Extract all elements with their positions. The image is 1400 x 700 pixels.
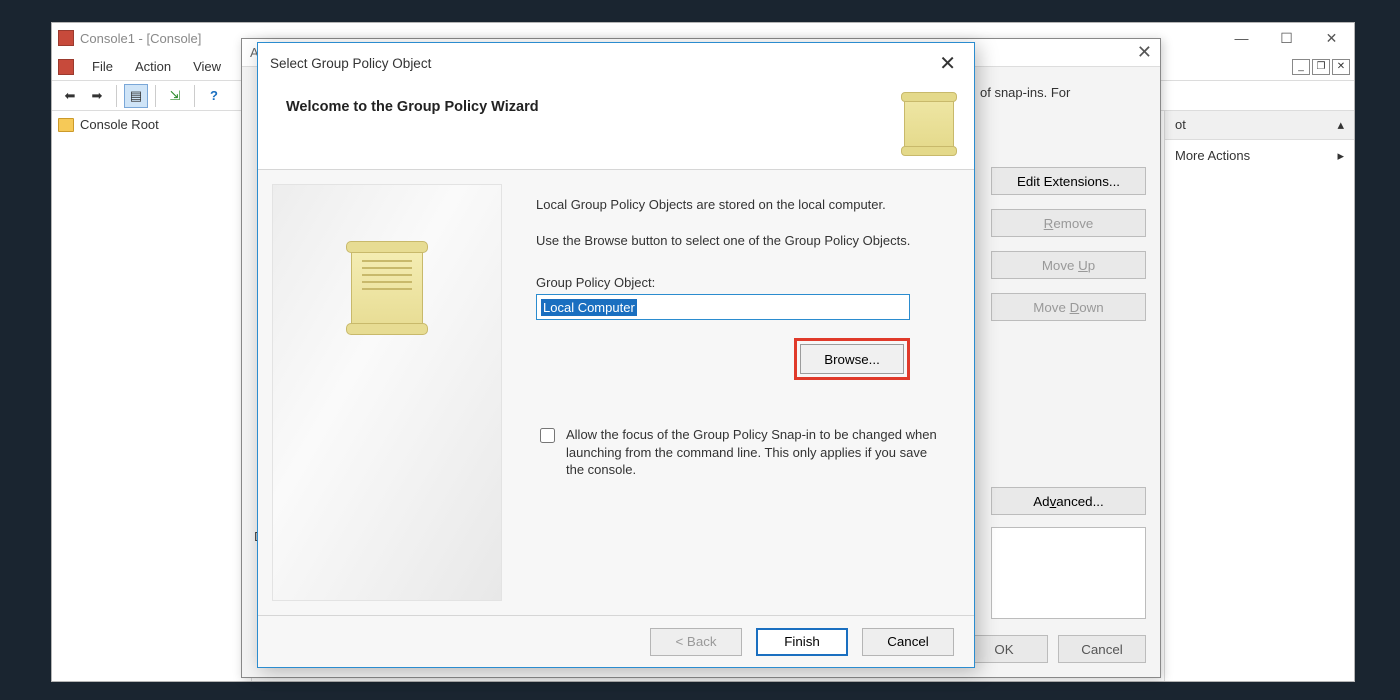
mmc-app-icon <box>58 30 74 46</box>
maximize-button[interactable]: ☐ <box>1264 23 1309 53</box>
back-icon[interactable]: ⬅ <box>58 84 82 108</box>
help-icon[interactable]: ? <box>202 84 226 108</box>
wizard-close-button[interactable]: ✕ <box>933 51 962 76</box>
wizard-footer: < Back Finish Cancel <box>258 615 974 667</box>
gpo-wizard-dialog: Select Group Policy Object ✕ Welcome to … <box>257 42 975 668</box>
move-down-button[interactable]: Move Down <box>991 293 1146 321</box>
wizard-graphic-pane <box>272 184 502 601</box>
wizard-content: Local Group Policy Objects are stored on… <box>502 170 974 615</box>
move-up-button[interactable]: Move Up <box>991 251 1146 279</box>
advanced-button[interactable]: Advanced... <box>991 487 1146 515</box>
mmc-actions-pane: ot ▴ More Actions ▸ <box>1164 111 1354 681</box>
wizard-titlebar: Select Group Policy Object ✕ <box>258 43 974 83</box>
browse-highlight: Browse... <box>794 338 910 380</box>
window-controls: — ☐ ✕ <box>1219 23 1354 53</box>
actions-more-label: More Actions <box>1175 148 1250 164</box>
description-box <box>991 527 1146 619</box>
show-tree-icon[interactable]: ▤ <box>124 84 148 108</box>
scroll-icon <box>351 245 423 331</box>
wizard-body: Local Group Policy Objects are stored on… <box>258 170 974 615</box>
mdi-minimize-button[interactable]: _ <box>1292 59 1310 75</box>
wizard-title: Select Group Policy Object <box>270 56 431 71</box>
menu-file[interactable]: File <box>82 57 123 76</box>
actions-header: ot ▴ <box>1165 111 1354 140</box>
snapins-close-button[interactable]: ✕ <box>1137 42 1152 63</box>
separator <box>116 85 117 107</box>
menu-action[interactable]: Action <box>125 57 181 76</box>
minimize-button[interactable]: — <box>1219 23 1264 53</box>
gpo-object-field[interactable]: Local Computer <box>536 294 910 320</box>
separator <box>155 85 156 107</box>
tree-node-label: Console Root <box>80 117 159 132</box>
actions-header-text: ot <box>1175 117 1186 133</box>
tree-node-console-root[interactable]: Console Root <box>58 117 245 132</box>
mdi-close-button[interactable]: ✕ <box>1332 59 1350 75</box>
scroll-icon <box>904 95 954 153</box>
wizard-text-2: Use the Browse button to select one of t… <box>536 232 946 250</box>
wizard-header: Welcome to the Group Policy Wizard <box>258 83 974 170</box>
mmc-title: Console1 - [Console] <box>80 31 201 46</box>
allow-focus-label: Allow the focus of the Group Policy Snap… <box>566 426 946 479</box>
close-button[interactable]: ✕ <box>1309 23 1354 53</box>
allow-focus-checkbox[interactable] <box>540 428 555 443</box>
mdi-controls: _ ❐ ✕ <box>1292 59 1354 75</box>
cancel-button[interactable]: Cancel <box>862 628 954 656</box>
back-button[interactable]: < Back <box>650 628 742 656</box>
export-icon[interactable]: ⇲ <box>163 84 187 108</box>
forward-icon[interactable]: ➡ <box>85 84 109 108</box>
mdi-restore-button[interactable]: ❐ <box>1312 59 1330 75</box>
browse-button[interactable]: Browse... <box>800 344 904 374</box>
gpo-object-value: Local Computer <box>541 299 637 316</box>
collapse-icon[interactable]: ▴ <box>1337 117 1344 133</box>
actions-more[interactable]: More Actions ▸ <box>1165 140 1354 172</box>
chevron-right-icon: ▸ <box>1337 148 1344 164</box>
mmc-doc-icon <box>58 59 74 75</box>
folder-icon <box>58 118 74 132</box>
wizard-text-1: Local Group Policy Objects are stored on… <box>536 196 946 214</box>
separator <box>194 85 195 107</box>
finish-button[interactable]: Finish <box>756 628 848 656</box>
focus-checkbox-row: Allow the focus of the Group Policy Snap… <box>536 426 946 479</box>
edit-extensions-button[interactable]: Edit Extensions... <box>991 167 1146 195</box>
menu-view[interactable]: View <box>183 57 231 76</box>
snapins-text-frag: of snap-ins. For <box>980 85 1070 100</box>
remove-button[interactable]: RRemoveemove <box>991 209 1146 237</box>
mmc-tree-pane: Console Root <box>52 111 252 681</box>
wizard-heading: Welcome to the Group Policy Wizard <box>286 99 539 115</box>
snapins-cancel-button[interactable]: Cancel <box>1058 635 1146 663</box>
snapins-footer: OK Cancel <box>960 635 1146 663</box>
gpo-field-label: Group Policy Object: <box>536 275 946 290</box>
snapins-side-buttons: Edit Extensions... RRemoveemove Move Up … <box>991 167 1146 321</box>
